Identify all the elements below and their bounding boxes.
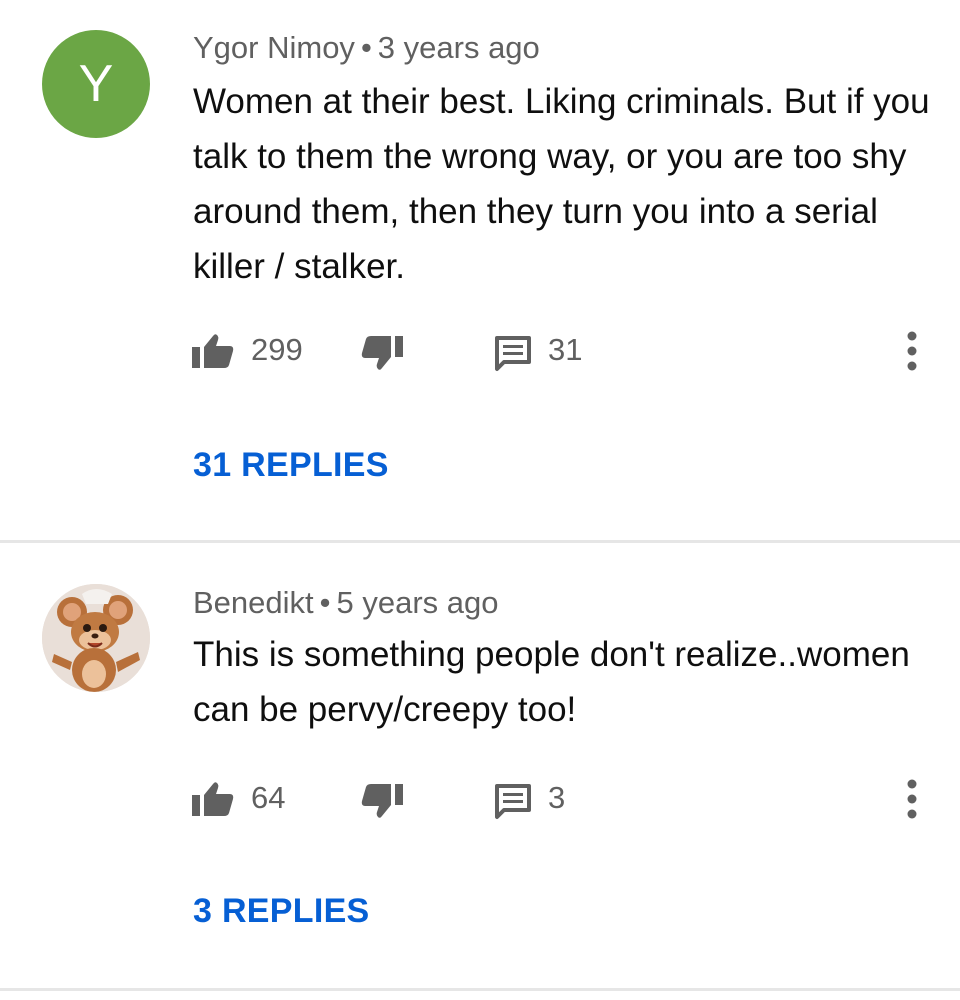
author-name[interactable]: Benedikt <box>193 585 314 620</box>
meta-separator: • <box>319 585 331 620</box>
divider <box>0 988 960 991</box>
view-replies-link[interactable]: 31 REPLIES <box>193 446 389 485</box>
comment-meta: Ygor Nimoy • 3 years ago <box>193 30 540 66</box>
avatar-letter: Y <box>78 55 114 113</box>
comment-thread: Benedikt • 5 years ago This is something p… <box>0 542 960 990</box>
thumb-up-icon[interactable] <box>192 332 234 370</box>
like-count: 64 <box>251 780 286 815</box>
thumb-up-icon[interactable] <box>192 780 234 818</box>
more-vertical-icon[interactable] <box>904 778 920 820</box>
comment-time: 3 years ago <box>377 30 540 65</box>
view-replies-link[interactable]: 3 REPLIES <box>193 892 370 931</box>
avatar[interactable] <box>42 584 150 692</box>
author-name[interactable]: Ygor Nimoy <box>193 30 355 65</box>
thumb-down-icon[interactable] <box>361 336 403 374</box>
like-count: 299 <box>251 332 303 367</box>
comment-icon[interactable] <box>494 336 532 372</box>
reply-count: 31 <box>548 332 583 367</box>
more-vertical-icon[interactable] <box>904 330 920 372</box>
meta-separator: • <box>360 30 372 65</box>
comment-text: Women at their best. Liking criminals. B… <box>193 82 930 286</box>
comment-meta: Benedikt • 5 years ago <box>193 585 499 621</box>
reply-count: 3 <box>548 780 566 815</box>
cartoon-mouse-avatar-icon <box>42 584 150 692</box>
comment-text: This is something people don't realize..… <box>193 635 910 729</box>
comment-actions: 299 31 <box>0 320 960 380</box>
comment-actions: 64 3 <box>0 768 960 828</box>
comment-thread: Y Ygor Nimoy • 3 years ago Women at their … <box>0 0 960 542</box>
thumb-down-icon[interactable] <box>361 784 403 822</box>
avatar[interactable]: Y <box>42 30 150 138</box>
comment-time: 5 years ago <box>336 585 499 620</box>
comment-icon[interactable] <box>494 784 532 820</box>
